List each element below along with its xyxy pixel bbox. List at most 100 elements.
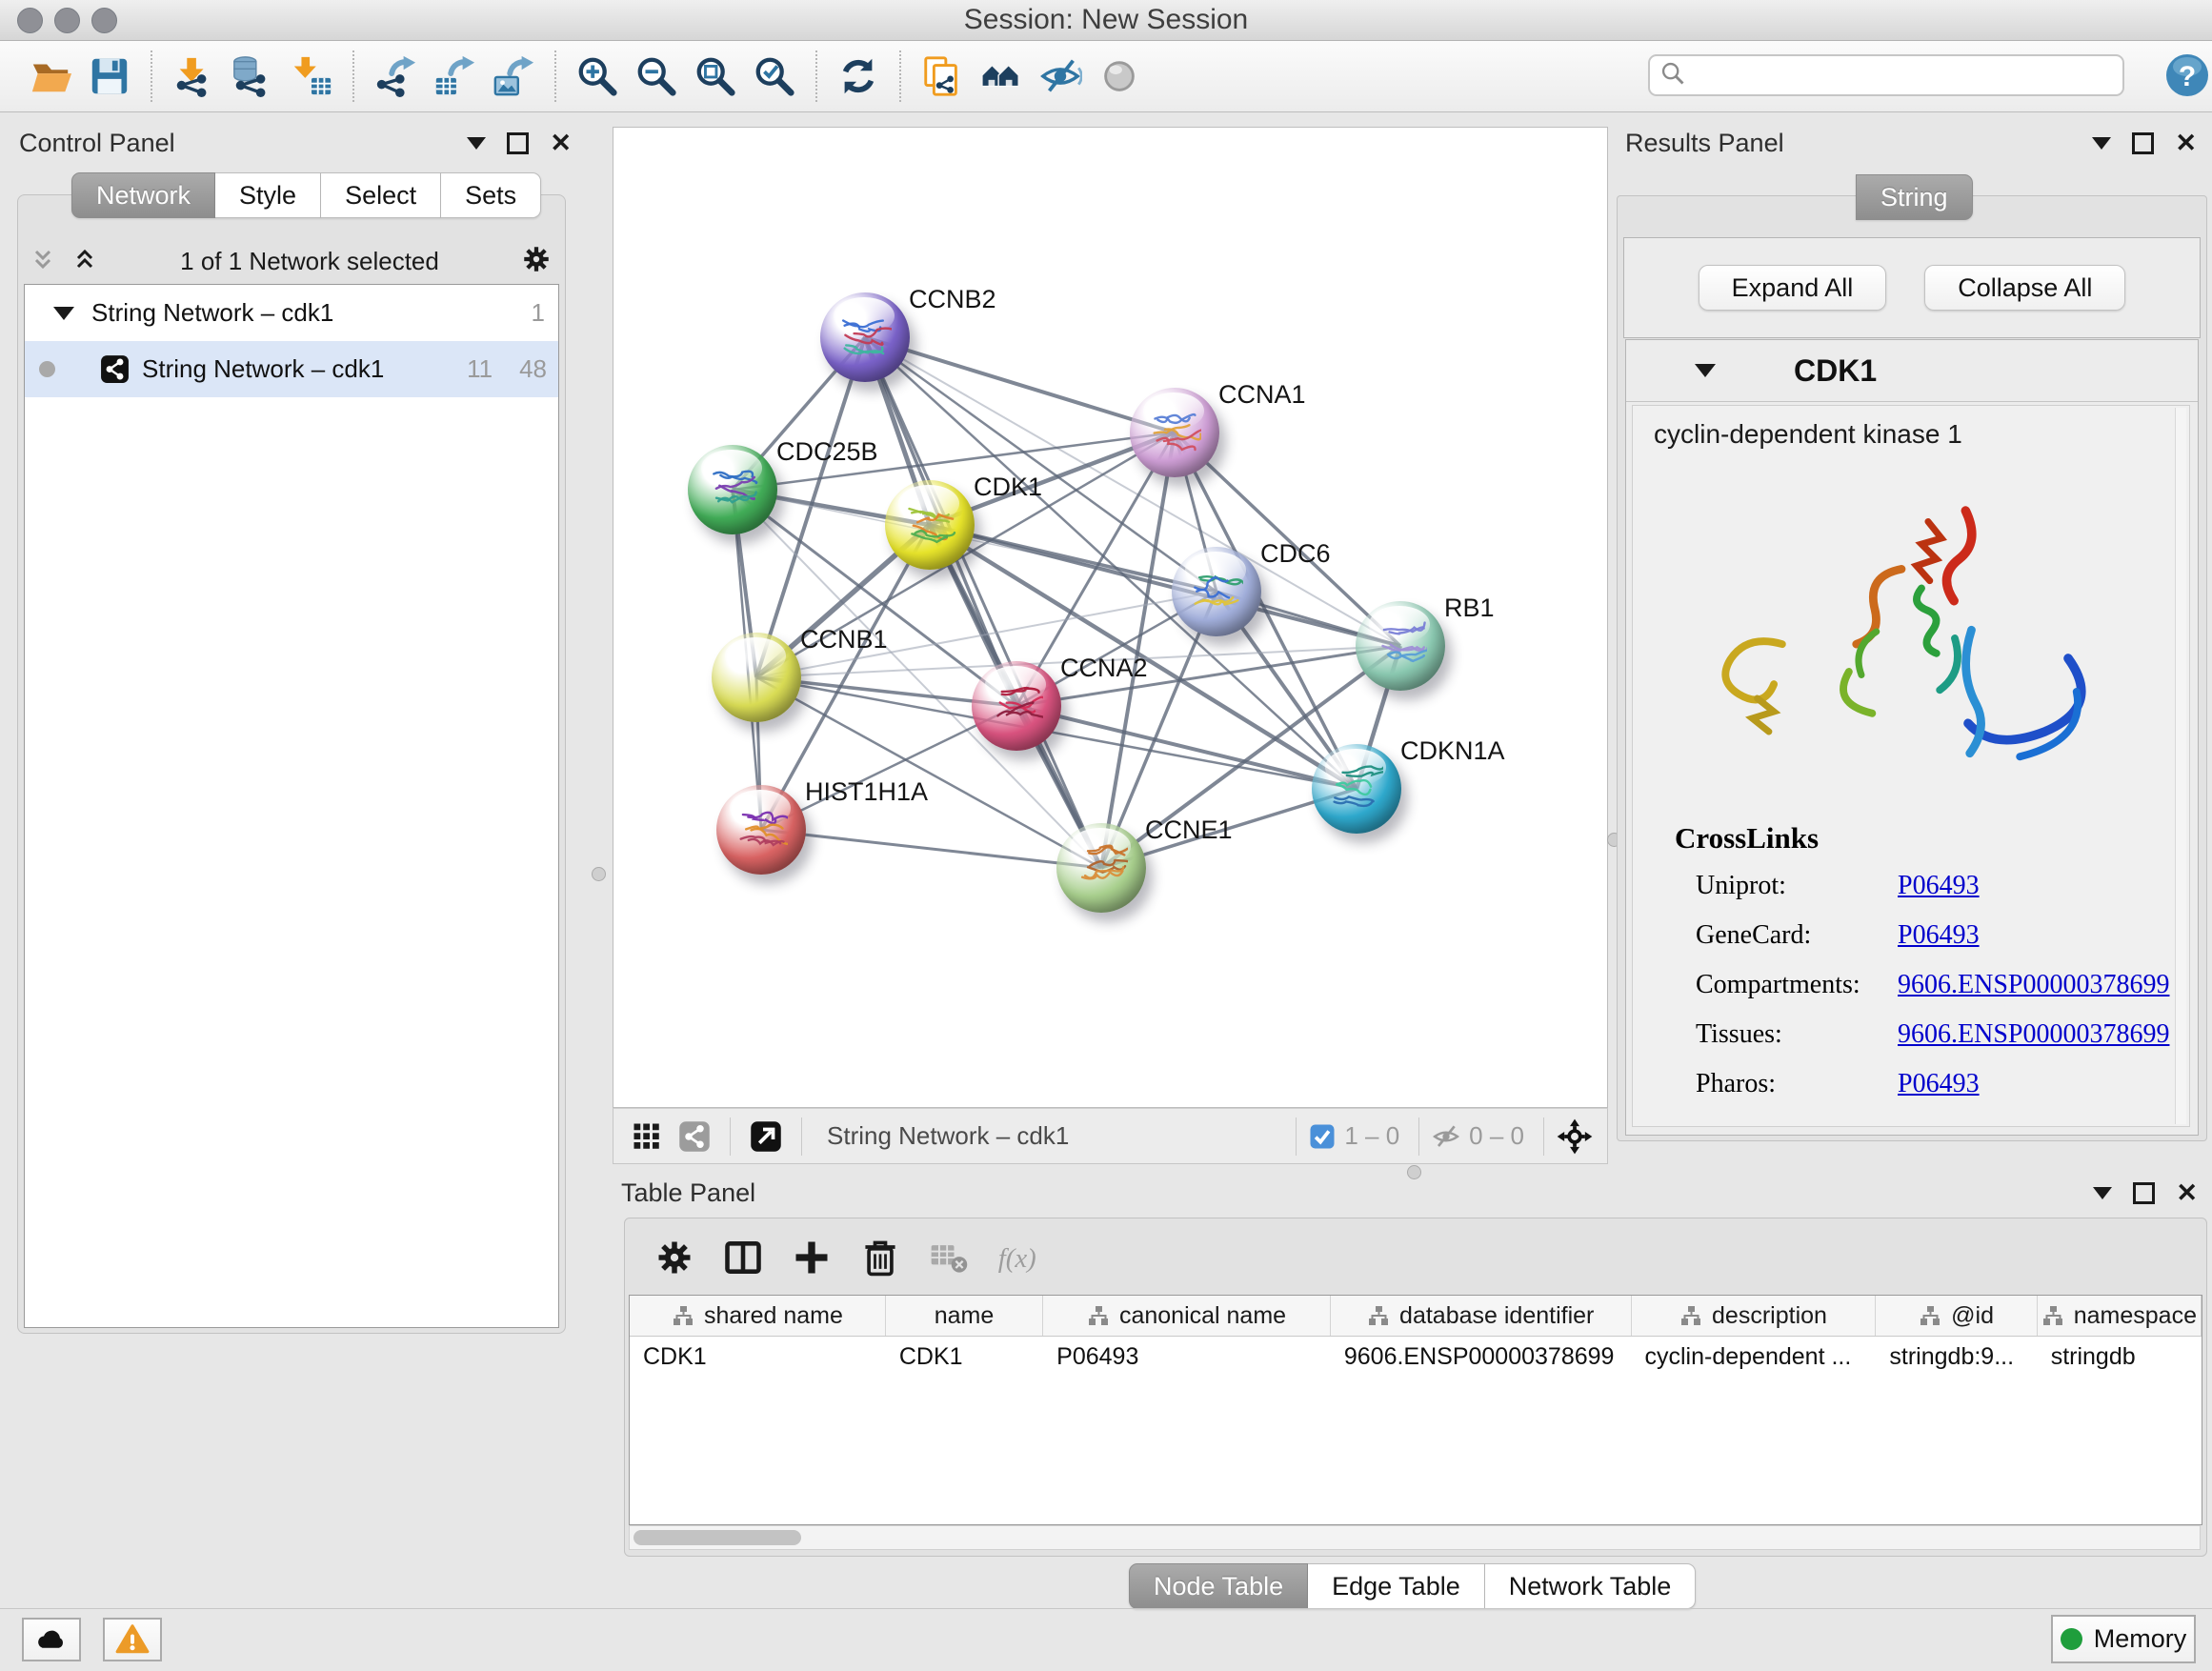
tab-select[interactable]: Select xyxy=(321,172,441,218)
import-database-button[interactable] xyxy=(223,48,282,105)
collapse-all-icon[interactable] xyxy=(29,245,57,278)
network-node-cdc6[interactable] xyxy=(1172,547,1261,636)
tab-sets[interactable]: Sets xyxy=(441,172,541,218)
zoom-fit-button[interactable] xyxy=(686,48,745,105)
network-canvas[interactable]: CCNB2CCNA1CDC25BCDK1CDC6RB1CCNB1CCNA2CDK… xyxy=(613,127,1608,1108)
refresh-button[interactable] xyxy=(829,48,888,105)
network-node-ccna1[interactable] xyxy=(1130,388,1219,477)
open-external-icon[interactable] xyxy=(749,1119,783,1154)
collapse-all-button[interactable]: Collapse All xyxy=(1924,265,2125,311)
documents-share-button[interactable] xyxy=(913,48,972,105)
crosslink-link[interactable]: 9606.ENSP00000378699 xyxy=(1898,1019,2169,1050)
panel-float-icon[interactable] xyxy=(507,132,529,154)
orb-button[interactable] xyxy=(1090,48,1149,105)
columns-icon[interactable] xyxy=(722,1237,764,1278)
network-node-ccne1[interactable] xyxy=(1056,823,1146,913)
network-node-ccna2[interactable] xyxy=(972,661,1061,751)
tab-string[interactable]: String xyxy=(1856,174,1973,220)
zoom-in-button[interactable] xyxy=(568,48,627,105)
panel-menu-icon[interactable] xyxy=(2093,1187,2112,1199)
table-cell: CDK1 xyxy=(886,1337,1043,1377)
open-folder-button[interactable] xyxy=(21,48,80,105)
column-header-description[interactable]: description xyxy=(1632,1296,1877,1336)
scrollbar-thumb[interactable] xyxy=(633,1530,801,1545)
tab-network[interactable]: Network xyxy=(71,172,215,218)
crosslink-link[interactable]: 9606.ENSP00000378699 xyxy=(1898,970,2169,1000)
share-icon[interactable] xyxy=(677,1119,712,1154)
tab-style[interactable]: Style xyxy=(215,172,321,218)
expand-all-button[interactable]: Expand All xyxy=(1699,265,1887,311)
network-node-rb1[interactable] xyxy=(1356,601,1445,691)
collapse-entry-icon[interactable] xyxy=(1695,364,1716,377)
export-image-button[interactable] xyxy=(484,48,543,105)
trash-icon[interactable] xyxy=(859,1237,901,1278)
network-node-cdk1[interactable] xyxy=(885,480,975,570)
network-node-hist1h1a[interactable] xyxy=(716,785,806,875)
panel-menu-icon[interactable] xyxy=(2092,137,2111,150)
column-header-canonicalname[interactable]: canonical name xyxy=(1043,1296,1331,1336)
results-scrollbar[interactable] xyxy=(2175,408,2186,1124)
eye-slash-gray-icon[interactable] xyxy=(1431,1121,1461,1152)
panel-close-icon[interactable]: ✕ xyxy=(2175,135,2197,151)
eye-slash-button[interactable] xyxy=(1031,48,1090,105)
column-header-namespace[interactable]: namespace xyxy=(2038,1296,2202,1336)
tab-node-table[interactable]: Node Table xyxy=(1129,1563,1308,1609)
search-input[interactable] xyxy=(1648,54,2124,96)
panel-float-icon[interactable] xyxy=(2133,1182,2155,1204)
zoom-out-button[interactable] xyxy=(627,48,686,105)
export-network-button[interactable] xyxy=(366,48,425,105)
import-table-button[interactable] xyxy=(282,48,341,105)
help-button[interactable]: ? xyxy=(2164,52,2210,98)
save-floppy-button[interactable] xyxy=(80,48,139,105)
table-horizontal-scrollbar[interactable] xyxy=(629,1525,2201,1550)
gear-icon[interactable] xyxy=(520,243,553,280)
tab-network-table[interactable]: Network Table xyxy=(1485,1563,1697,1609)
selected-checkbox-icon[interactable] xyxy=(1308,1122,1337,1151)
crosslink-link[interactable]: P06493 xyxy=(1898,871,1980,901)
column-header-name[interactable]: name xyxy=(886,1296,1043,1336)
table-toolbar: f(x) xyxy=(654,1232,1048,1283)
gear-icon[interactable] xyxy=(654,1237,695,1278)
import-network-button[interactable] xyxy=(164,48,223,105)
window-close-button[interactable] xyxy=(17,8,43,33)
crosslink-link[interactable]: P06493 xyxy=(1898,1069,1980,1099)
houses-button[interactable] xyxy=(972,48,1031,105)
column-header-databaseidentifier[interactable]: database identifier xyxy=(1331,1296,1632,1336)
column-label: description xyxy=(1712,1302,1827,1330)
memory-button[interactable]: Memory xyxy=(2051,1615,2196,1663)
network-node-cdkn1a[interactable] xyxy=(1312,744,1401,834)
network-node-ccnb1[interactable] xyxy=(712,633,801,722)
panel-float-icon[interactable] xyxy=(2132,132,2154,154)
results-entry-header[interactable]: CDK1 xyxy=(1626,340,2198,402)
grid-icon[interactable] xyxy=(630,1119,664,1154)
panel-menu-icon[interactable] xyxy=(467,137,486,150)
left-splitter-handle[interactable] xyxy=(592,867,606,881)
crosslink-row: Compartments:9606.ENSP00000378699 xyxy=(1696,970,1860,1000)
network-node-ccnb2[interactable] xyxy=(820,292,910,382)
table-row[interactable]: CDK1CDK1P064939606.ENSP00000378699cyclin… xyxy=(630,1337,2202,1377)
expand-all-icon[interactable] xyxy=(70,245,99,278)
warning-button[interactable] xyxy=(103,1618,162,1661)
toolbar-separator xyxy=(1418,1117,1419,1156)
crosslink-link[interactable]: P06493 xyxy=(1898,920,1980,951)
tree-row[interactable]: String Network – cdk11 xyxy=(25,285,558,341)
network-selection-status: 1 of 1 Network selected xyxy=(99,247,520,276)
toolbar-separator xyxy=(554,50,556,102)
toolbar-separator xyxy=(815,50,817,102)
disclosure-triangle-icon[interactable] xyxy=(53,307,74,320)
tree-row[interactable]: String Network – cdk11148 xyxy=(25,341,558,397)
zoom-selected-button[interactable] xyxy=(745,48,804,105)
network-node-cdc25b[interactable] xyxy=(688,445,777,534)
column-header-sharedname[interactable]: shared name xyxy=(630,1296,886,1336)
column-header-id[interactable]: @id xyxy=(1876,1296,2037,1336)
tab-edge-table[interactable]: Edge Table xyxy=(1308,1563,1485,1609)
window-minimize-button[interactable] xyxy=(54,8,80,33)
panel-close-icon[interactable]: ✕ xyxy=(550,135,572,151)
window-zoom-button[interactable] xyxy=(91,8,117,33)
plus-icon[interactable] xyxy=(791,1237,833,1278)
crosshair-icon[interactable] xyxy=(1556,1117,1594,1156)
memory-status-icon xyxy=(2061,1628,2082,1650)
export-table-button[interactable] xyxy=(425,48,484,105)
panel-close-icon[interactable]: ✕ xyxy=(2176,1185,2198,1201)
cloud-button[interactable] xyxy=(22,1618,81,1661)
